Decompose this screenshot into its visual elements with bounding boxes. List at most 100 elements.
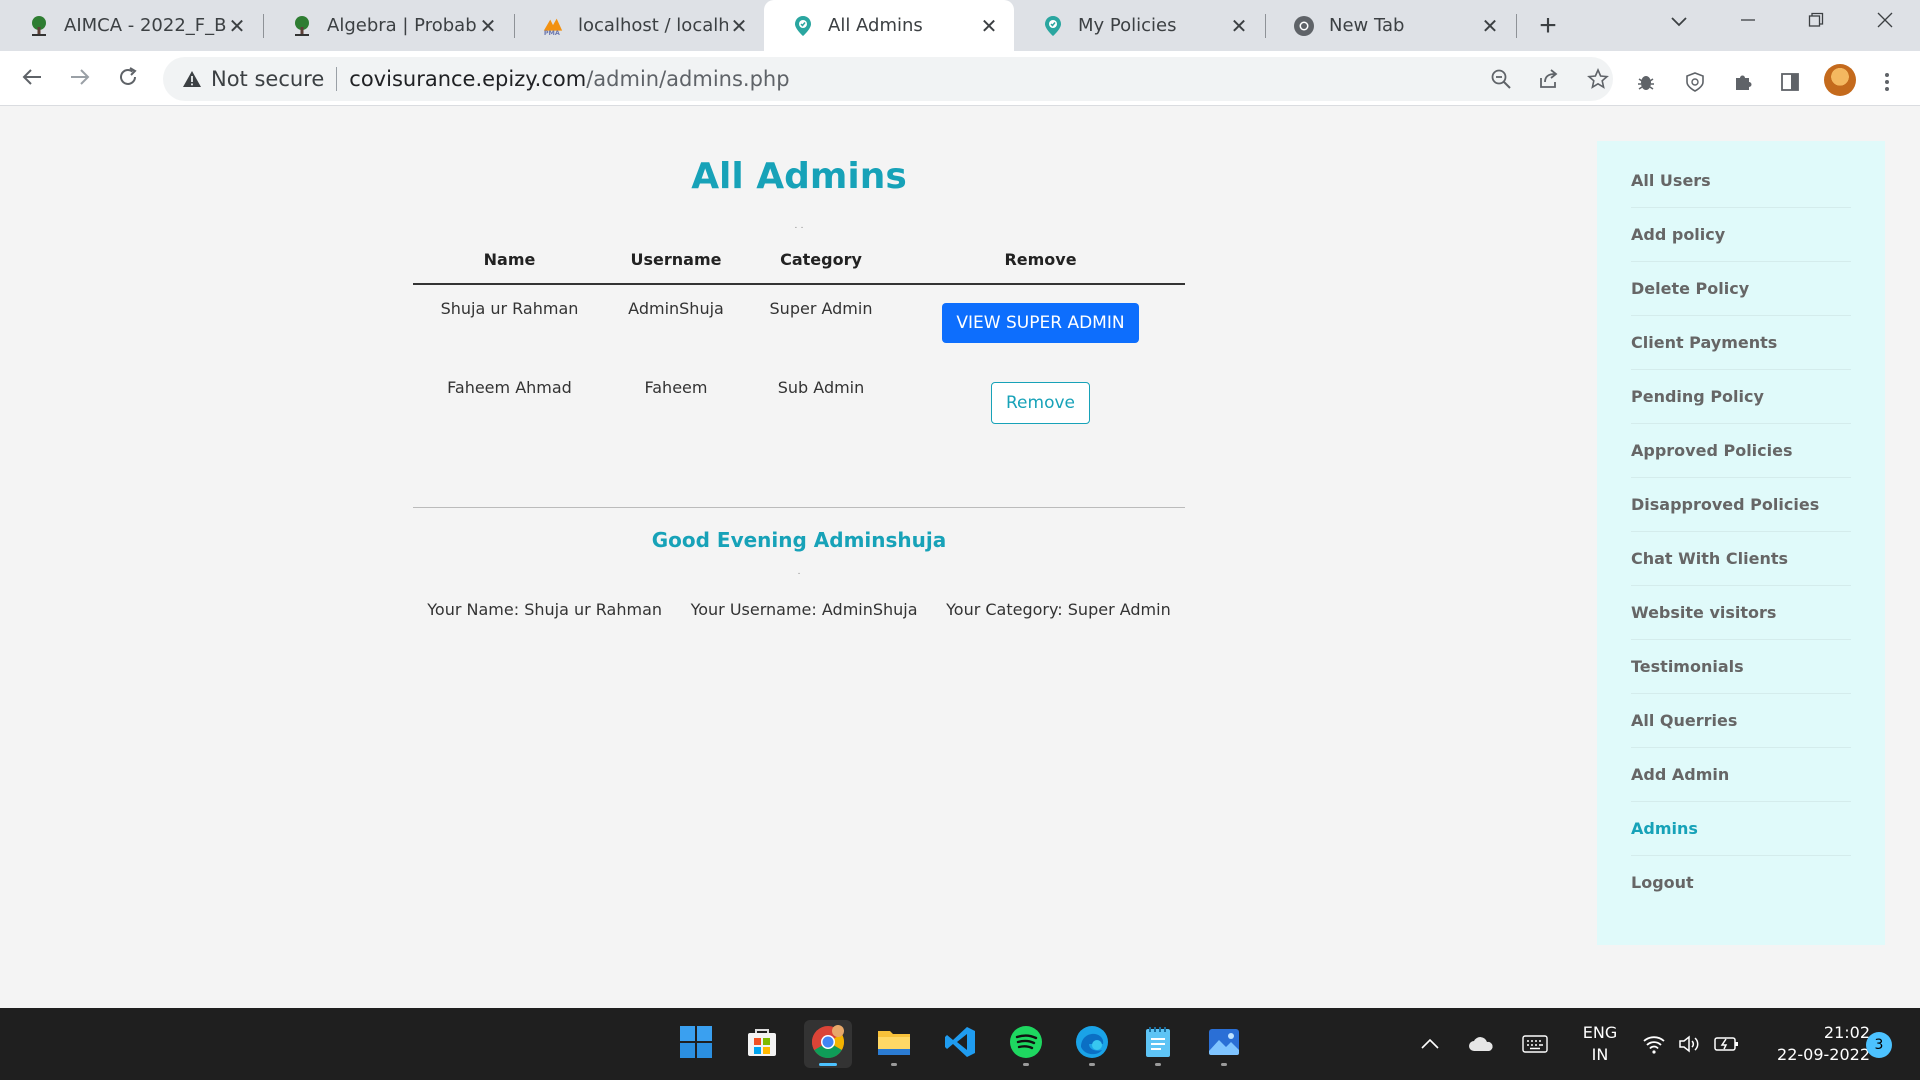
language-indicator[interactable]: ENG IN xyxy=(1578,1022,1622,1066)
windows-taskbar: ENG IN 21:02 22-09-2022 3 xyxy=(0,1008,1920,1080)
reload-icon xyxy=(117,64,139,95)
puzzle-extensions-icon[interactable] xyxy=(1728,67,1758,97)
sidebar-item-all-users[interactable]: All Users xyxy=(1631,154,1851,208)
sidebar-item-logout[interactable]: Logout xyxy=(1631,856,1851,910)
table-header-row: Name Username Category Remove xyxy=(413,242,1185,284)
taskbar-app-store[interactable] xyxy=(738,1020,786,1068)
taskbar-app-chrome[interactable] xyxy=(804,1020,852,1068)
tab-search-button[interactable] xyxy=(1651,0,1707,44)
sidebar-item-delete-policy[interactable]: Delete Policy xyxy=(1631,262,1851,316)
tree-icon xyxy=(291,15,313,37)
taskbar-app-notepad[interactable] xyxy=(1134,1020,1182,1068)
cell-action: VIEW SUPER ADMIN xyxy=(896,284,1185,364)
tab-aimca[interactable]: AIMCA - 2022_F_Ba ✕ xyxy=(0,0,262,51)
wifi-icon[interactable] xyxy=(1642,1008,1666,1080)
bookmark-star-icon[interactable] xyxy=(1583,64,1613,94)
page-title: All Admins xyxy=(691,156,907,197)
tab-title: My Policies xyxy=(1078,15,1177,36)
view-super-admin-button[interactable]: VIEW SUPER ADMIN xyxy=(942,303,1139,343)
sidebar-item-disapproved-policies[interactable]: Disapproved Policies xyxy=(1631,478,1851,532)
sidebar-item-testimonials[interactable]: Testimonials xyxy=(1631,640,1851,694)
taskbar-app-edge[interactable] xyxy=(1068,1020,1116,1068)
tab-algebra[interactable]: Algebra | Probabilit ✕ xyxy=(263,0,513,51)
taskbar-app-file-explorer[interactable] xyxy=(870,1020,918,1068)
forward-button[interactable] xyxy=(62,61,98,97)
share-icon[interactable] xyxy=(1534,64,1564,94)
shield-extension-icon[interactable] xyxy=(1680,67,1710,97)
clock-time: 21:02 xyxy=(1823,1023,1870,1042)
tab-localhost[interactable]: PMA localhost / localhos ✕ xyxy=(514,0,764,51)
tab-new-tab[interactable]: New Tab ✕ xyxy=(1265,0,1515,51)
greeting-divider-dot: · xyxy=(797,568,801,579)
onedrive-icon[interactable] xyxy=(1468,1008,1494,1080)
side-panel-icon[interactable] xyxy=(1775,67,1805,97)
close-window-button[interactable] xyxy=(1857,0,1913,44)
close-icon[interactable]: ✕ xyxy=(1228,14,1250,38)
new-tab-button[interactable]: + xyxy=(1530,8,1566,44)
tab-title: New Tab xyxy=(1329,15,1405,36)
close-icon xyxy=(1877,11,1893,34)
tab-all-admins[interactable]: All Admins ✕ xyxy=(764,0,1014,51)
sidebar-item-website-visitors[interactable]: Website visitors xyxy=(1631,586,1851,640)
running-app-indicator xyxy=(1221,1063,1227,1066)
volume-icon[interactable] xyxy=(1678,1008,1702,1080)
back-button[interactable] xyxy=(14,61,50,97)
bug-extension-icon[interactable] xyxy=(1631,67,1661,97)
tab-title: AIMCA - 2022_F_Ba xyxy=(64,15,226,36)
system-clock[interactable]: 21:02 22-09-2022 xyxy=(1750,1022,1870,1066)
active-app-indicator xyxy=(819,1063,837,1066)
close-icon[interactable]: ✕ xyxy=(477,14,499,38)
url-host: covisurance.epizy.com xyxy=(349,67,587,91)
sidebar-item-client-payments[interactable]: Client Payments xyxy=(1631,316,1851,370)
menu-kebab-icon[interactable] xyxy=(1872,67,1902,97)
column-header-category: Category xyxy=(780,250,862,269)
close-icon[interactable]: ✕ xyxy=(728,14,750,38)
zoom-icon[interactable] xyxy=(1486,64,1516,94)
warning-icon[interactable] xyxy=(181,68,203,90)
sidebar-item-all-querries[interactable]: All Querries xyxy=(1631,694,1851,748)
close-icon[interactable]: ✕ xyxy=(978,14,1000,38)
remove-admin-button[interactable]: Remove xyxy=(991,382,1090,424)
column-header-name: Name xyxy=(483,250,536,269)
taskbar-app-spotify[interactable] xyxy=(1002,1020,1050,1068)
taskbar-app-vscode[interactable] xyxy=(936,1020,984,1068)
close-icon[interactable]: ✕ xyxy=(226,14,248,38)
sidebar-item-admins[interactable]: Admins xyxy=(1631,802,1851,856)
admins-table: Name Username Category Remove Shuja ur R… xyxy=(413,242,1185,444)
greeting-heading: Good Evening Adminshuja xyxy=(651,528,947,552)
table-row: Shuja ur Rahman AdminShuja Super Admin V… xyxy=(413,284,1185,364)
url-text[interactable]: covisurance.epizy.com/admin/admins.php xyxy=(349,67,789,91)
your-category-text: Your Category: Super Admin xyxy=(946,600,1171,619)
taskbar-app-photos[interactable] xyxy=(1200,1020,1248,1068)
windows-start-icon xyxy=(679,1025,713,1064)
sidebar-item-add-admin[interactable]: Add Admin xyxy=(1631,748,1851,802)
column-header-username: Username xyxy=(630,250,722,269)
admin-sidebar: All Users Add policy Delete Policy Clien… xyxy=(1597,141,1885,945)
admin-info-row: Your Name: Shuja ur Rahman Your Username… xyxy=(413,600,1185,619)
tab-my-policies[interactable]: My Policies ✕ xyxy=(1014,0,1264,51)
reload-button[interactable] xyxy=(110,61,146,97)
profile-avatar[interactable] xyxy=(1824,64,1856,96)
sidebar-item-approved-policies[interactable]: Approved Policies xyxy=(1631,424,1851,478)
restore-button[interactable] xyxy=(1788,0,1844,44)
battery-charging-icon[interactable] xyxy=(1714,1008,1740,1080)
spotify-icon xyxy=(1009,1025,1043,1064)
start-button[interactable] xyxy=(672,1020,720,1068)
cell-action: Remove xyxy=(896,364,1185,444)
sidebar-item-pending-policy[interactable]: Pending Policy xyxy=(1631,370,1851,424)
column-header-remove: Remove xyxy=(1004,250,1077,269)
show-hidden-icons-button[interactable] xyxy=(1420,1008,1440,1080)
your-username-text: Your Username: AdminShuja xyxy=(690,600,918,619)
microsoft-store-icon xyxy=(745,1025,779,1064)
running-app-indicator xyxy=(1155,1063,1161,1066)
sidebar-item-chat-with-clients[interactable]: Chat With Clients xyxy=(1631,532,1851,586)
notification-badge[interactable]: 3 xyxy=(1866,1032,1892,1058)
close-icon[interactable]: ✕ xyxy=(1479,14,1501,38)
sidebar-item-add-policy[interactable]: Add policy xyxy=(1631,208,1851,262)
keyboard-icon[interactable] xyxy=(1522,1008,1548,1080)
security-status[interactable]: Not secure xyxy=(211,67,324,91)
address-bar[interactable]: Not secure covisurance.epizy.com/admin/a… xyxy=(163,57,1613,101)
minimize-button[interactable] xyxy=(1720,0,1776,44)
region-code: IN xyxy=(1591,1045,1609,1064)
browser-tab-strip: AIMCA - 2022_F_Ba ✕ Algebra | Probabilit… xyxy=(0,0,1920,51)
